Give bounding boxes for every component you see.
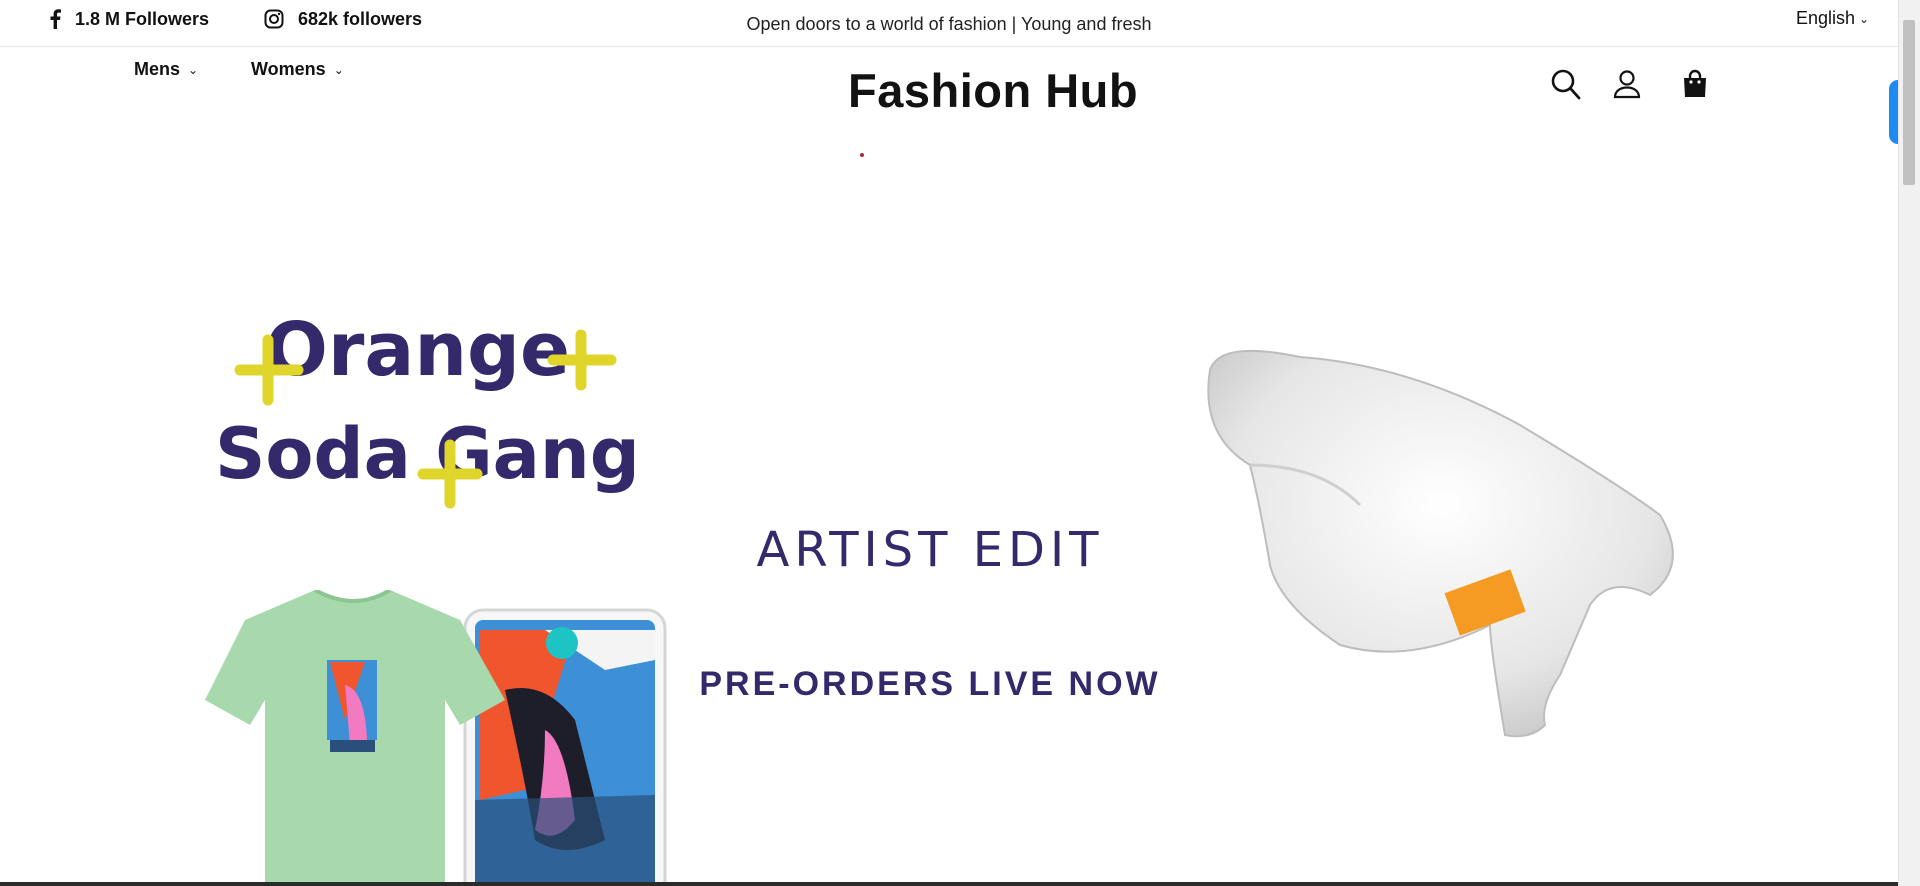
hero-banner[interactable]: Orange Soda Gang ARTIST EDIT PRE-ORDERS … <box>0 150 1898 886</box>
nav-mens-label: Mens <box>134 59 181 79</box>
language-selector[interactable]: English ⌄ <box>1796 8 1869 29</box>
cart-icon[interactable] <box>1682 69 1708 104</box>
scrollbar-thumb[interactable] <box>1903 20 1915 185</box>
green-tshirt <box>205 590 505 886</box>
chevron-down-icon: ⌄ <box>188 62 199 77</box>
nav-item-mens[interactable]: Mens ⌄ <box>134 59 198 80</box>
sticker-card <box>463 608 667 886</box>
language-label: English <box>1796 8 1856 28</box>
nav-item-womens[interactable]: Womens ⌄ <box>251 59 344 80</box>
vertical-scrollbar[interactable] <box>1898 0 1920 886</box>
site-logo[interactable]: Fashion Hub <box>848 63 1138 118</box>
chevron-down-icon: ⌄ <box>1859 11 1870 26</box>
announcement-text-wrap: Open doors to a world of fashion | Young… <box>0 14 1898 35</box>
tshirt-product-image <box>205 590 667 886</box>
site-header: Mens ⌄ Womens ⌄ Fashion Hub <box>0 47 1898 147</box>
announcement-text: Open doors to a world of fashion | Young… <box>746 14 1152 34</box>
bottom-border <box>0 882 1898 886</box>
nav-womens-label: Womens <box>251 59 326 79</box>
chevron-down-icon: ⌄ <box>333 62 344 77</box>
jacket-product-image <box>1207 349 1674 738</box>
logo-line2: Soda Gang <box>215 413 640 495</box>
account-icon[interactable] <box>1613 69 1641 104</box>
announcement-bar: 1.8 M Followers 682k followers Open door… <box>0 0 1898 47</box>
side-widget-tab[interactable] <box>1889 80 1898 144</box>
logo-line1: Orange <box>265 307 570 393</box>
search-icon[interactable] <box>1551 69 1581 106</box>
